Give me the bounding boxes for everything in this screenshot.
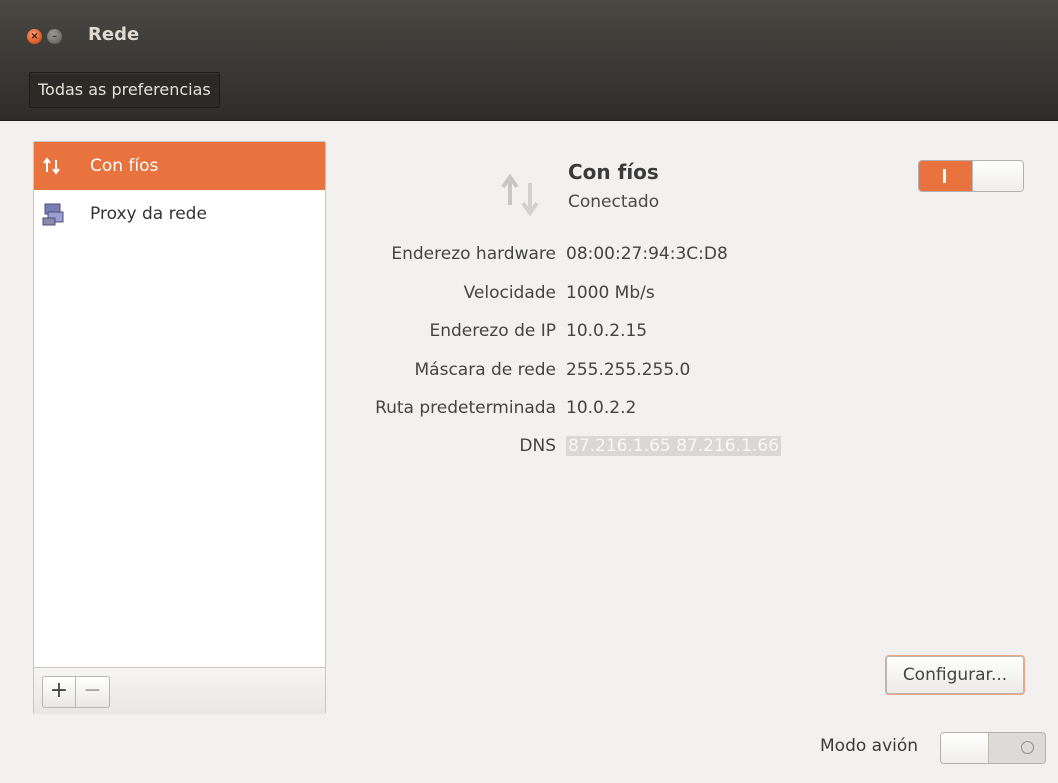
speed-label: Velocidade	[463, 283, 556, 303]
sidebar-item-label: Proxy da rede	[90, 204, 207, 224]
dns-label: DNS	[519, 436, 556, 456]
network-proxy-icon	[42, 203, 64, 226]
hardware-address-label: Enderezo hardware	[391, 244, 556, 264]
connections-sidebar: Con fíos Proxy da rede + −	[33, 141, 326, 714]
close-window-button[interactable]: ×	[27, 29, 42, 44]
airplane-mode-label: Modo avión	[820, 736, 919, 756]
toggle-on-indicator	[919, 161, 972, 191]
ip-address-value: 10.0.2.15	[566, 321, 648, 341]
minimize-icon: –	[52, 31, 57, 42]
wired-network-icon	[501, 173, 539, 217]
hardware-address-value: 08:00:27:94:3C:D8	[566, 244, 728, 264]
speed-value: 1000 Mb/s	[566, 283, 655, 303]
add-connection-button[interactable]: +	[42, 676, 76, 708]
connection-status: Conectado	[568, 192, 660, 212]
toggle-off-icon	[1021, 741, 1034, 754]
title-bar: × – Rede Todas as preferencias	[0, 0, 1058, 121]
close-icon: ×	[30, 31, 39, 42]
default-route-label: Ruta predeterminada	[375, 398, 556, 418]
sidebar-item-label: Con fíos	[90, 156, 159, 176]
ip-address-label: Enderezo de IP	[429, 321, 557, 341]
connection-title: Con fíos	[568, 160, 659, 184]
toggle-knob	[972, 161, 1023, 191]
default-route-value: 10.0.2.2	[566, 398, 637, 418]
all-settings-button[interactable]: Todas as preferencias	[29, 72, 220, 108]
sidebar-toolbar: + −	[34, 667, 325, 714]
sidebar-item-wired[interactable]: Con fíos	[34, 142, 325, 190]
airplane-mode-toggle[interactable]	[940, 732, 1046, 764]
minimize-window-button[interactable]: –	[47, 29, 62, 44]
subnet-mask-value: 255.255.255.0	[566, 360, 691, 380]
toggle-knob	[941, 733, 989, 763]
remove-connection-button[interactable]: −	[76, 676, 110, 708]
configure-button[interactable]: Configurar...	[886, 656, 1024, 694]
dns-value[interactable]: 87.216.1.65 87.216.1.66	[566, 436, 781, 456]
window-title: Rede	[88, 24, 140, 45]
wired-network-icon	[43, 157, 60, 175]
subnet-mask-label: Máscara de rede	[414, 360, 557, 380]
sidebar-item-proxy[interactable]: Proxy da rede	[34, 190, 325, 238]
wired-connection-toggle[interactable]	[918, 160, 1024, 192]
